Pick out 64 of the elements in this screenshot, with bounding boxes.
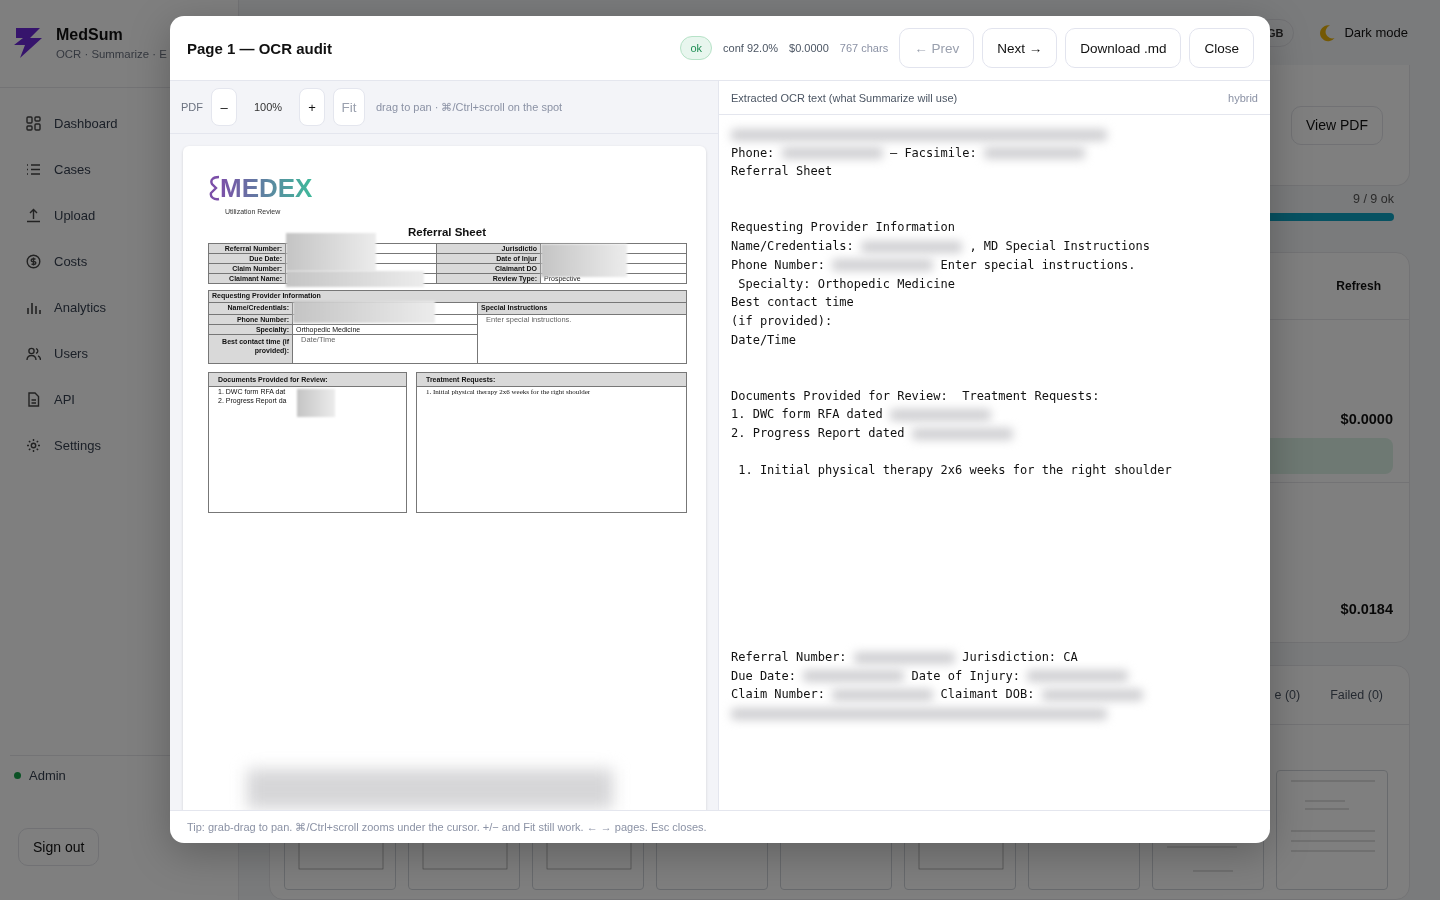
ocr-text-line: Date/Time (731, 332, 797, 347)
ocr-mode: hybrid (1228, 91, 1258, 104)
logo-mark-icon (208, 175, 220, 201)
ocr-text-line: Name/Credentials: (731, 239, 854, 254)
ocr-text-line: Claimant DOB: (940, 687, 1035, 702)
ocr-text-line: , MD Special Instructions (969, 239, 1151, 254)
settings-icon (26, 437, 41, 453)
cost-text: $0.0000 (789, 42, 829, 54)
users-icon (26, 345, 41, 361)
ocr-text-line: Due Date: (731, 668, 797, 683)
ocr-text-line: Jurisdiction: CA (962, 650, 1078, 665)
ocr-text-line: (if provided): (731, 313, 833, 328)
char-count: 767 chars (839, 42, 889, 54)
user-name: Admin (29, 768, 66, 783)
document-icon (26, 391, 41, 407)
filter-tab[interactable]: e (0) (1274, 683, 1301, 706)
document-heading: Referral Sheet (407, 226, 487, 238)
app-tagline: OCR · Summarize · E (56, 48, 167, 60)
dark-mode-toggle[interactable]: Dark mode (1318, 23, 1408, 42)
upload-icon (26, 207, 41, 223)
view-pdf-button[interactable]: View PDF (1291, 105, 1383, 145)
ocr-text-line: Enter special instructions. (940, 257, 1136, 272)
moon-icon (1318, 23, 1337, 42)
redaction (297, 389, 335, 417)
coin-icon (26, 253, 41, 269)
app-name: MedSum (56, 26, 124, 44)
zoom-in-button[interactable]: + (299, 88, 325, 126)
dashboard-icon (26, 115, 41, 131)
confidence-text: conf 92.0% (723, 42, 779, 54)
ocr-text-line: Phone: (731, 145, 775, 160)
ocr-text-line: 1. Initial physical therapy 2x6 weeks for the right shoulder (737, 463, 1172, 478)
ocr-text-line: Best contact time (731, 295, 854, 310)
ocr-text-line: 2. Progress Report dated (731, 426, 905, 441)
ocr-text-line: Documents Provided for Review: Treatment Requests: (731, 388, 1100, 403)
filter-tab[interactable]: Failed (0) (1330, 683, 1383, 706)
viewer-label: PDF (181, 101, 203, 113)
list-icon (26, 161, 41, 177)
dialog-button[interactable]: Download .md (1065, 28, 1182, 68)
panel-title: Extracted OCR text (what Summarize will use) (731, 91, 958, 104)
zoom-level: 100% (252, 101, 284, 113)
zoom-out-button[interactable]: – (211, 88, 237, 126)
ocr-text-line: Phone Number: (731, 257, 825, 272)
ocr-text-line: Claim Number: (731, 687, 825, 702)
ocr-text-line: Specialty: Orthopedic Medicine (737, 276, 955, 291)
dialog-button[interactable]: Close (1189, 28, 1254, 68)
ocr-text-line: Referral Sheet (731, 164, 833, 179)
ocr-text-line: Requesting Provider Information (731, 220, 955, 235)
ocr-text-line: Date of Injury: (911, 668, 1020, 683)
refresh-button[interactable]: Refresh (1336, 278, 1381, 293)
dialog-button[interactable]: Next → (982, 28, 1058, 68)
ocr-text-line: 1. DWC form RFA dated (731, 407, 883, 422)
ocr-text-line: Referral Number: (731, 650, 847, 665)
status-badge: ok (680, 36, 713, 60)
page-thumbnail[interactable] (1276, 769, 1388, 890)
ocr-text-line: — Facsimile: (889, 145, 977, 160)
progress-text: 9 / 9 ok (1353, 192, 1394, 207)
sign-out-button[interactable]: Sign out (18, 828, 100, 866)
cost-value: $0.0000 (1340, 410, 1393, 427)
dialog-title: Page 1 — OCR audit (187, 39, 334, 57)
tip-text: Tip: grab-drag to pan. ⌘/Ctrl+scroll zooms under the cursor. +/− and Fit still work. ← → pages. Esc closes. (187, 820, 707, 834)
nav-item[interactable]: Settings (12, 426, 226, 464)
nav-item[interactable]: Costs (12, 242, 226, 280)
cost-value: $0.0184 (1340, 600, 1393, 617)
viewer-hint: drag to pan · ⌘/Ctrl+scroll on the spot (376, 100, 563, 114)
